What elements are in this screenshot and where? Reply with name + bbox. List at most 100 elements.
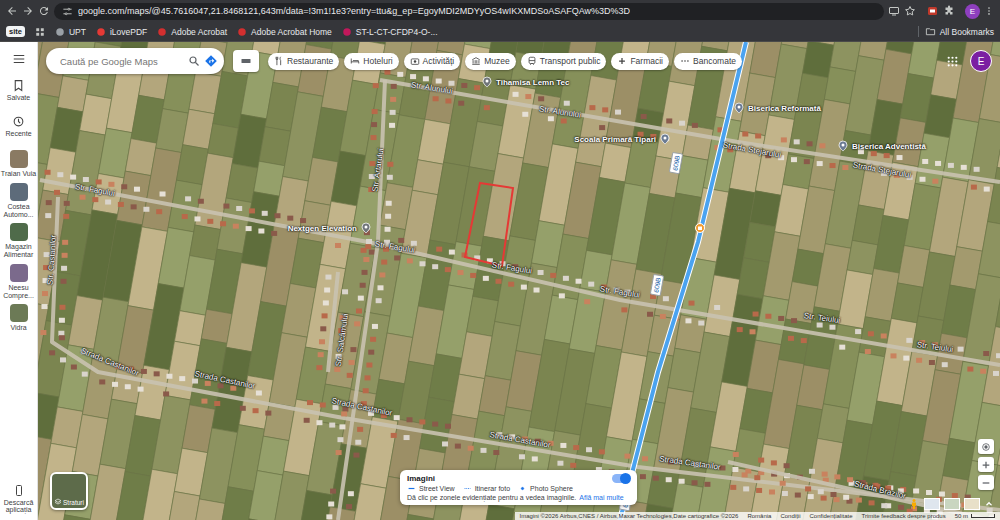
place-marker[interactable]: Nextgen Elevation <box>288 221 372 235</box>
bookmark-star-icon[interactable] <box>904 5 916 17</box>
bookmark-label: iLovePDF <box>110 27 147 37</box>
learn-more-link[interactable]: Află mai multe <box>579 494 623 501</box>
imagery-thumb[interactable] <box>964 498 980 510</box>
category-chip[interactable]: Farmacii <box>611 53 669 70</box>
sidebar-item[interactable]: Salvate <box>1 79 37 102</box>
address-bar[interactable]: google.com/maps/@45.7616047,21.8468121,6… <box>54 3 884 20</box>
install-icon[interactable] <box>888 5 900 17</box>
place-label: Tihamisa Lemn Tec <box>496 78 570 87</box>
recent-place[interactable]: Magazin Alimentar <box>1 223 37 258</box>
place-marker[interactable]: Biserica Reformată <box>733 101 821 115</box>
recent-place[interactable]: Traian Vuia <box>1 150 37 178</box>
puzzle-icon[interactable] <box>943 5 955 17</box>
place-pin-icon <box>360 221 372 235</box>
imagery-title: Imagini <box>407 474 435 483</box>
google-apps-icon[interactable] <box>946 55 959 68</box>
layers-button[interactable]: Straturi <box>50 472 88 510</box>
category-chip[interactable]: Activități <box>404 53 461 70</box>
all-bookmarks[interactable]: All Bookmarks <box>918 26 994 37</box>
recent-thumbnail <box>10 223 28 241</box>
scale-label: 50 m <box>955 513 968 519</box>
account-avatar[interactable]: E <box>970 50 992 72</box>
place-marker[interactable]: Biserica Adventistă <box>837 139 926 153</box>
favicon-icon <box>237 27 247 37</box>
shop-pin-icon[interactable] <box>694 222 706 234</box>
chip-label: Restaurante <box>287 56 333 66</box>
satellite-map[interactable]: Str. AlunuluiStr. AlunuluiStr. FaguluiSt… <box>38 42 1000 520</box>
category-chip[interactable]: Restaurante <box>268 53 339 70</box>
footer-link[interactable]: România <box>747 513 771 519</box>
legend-label: Street View <box>419 485 455 492</box>
category-chip[interactable]: Hoteluri <box>344 53 398 70</box>
search-input[interactable] <box>58 55 184 68</box>
toggle-knob <box>620 473 631 484</box>
expand-icon[interactable] <box>984 499 994 509</box>
imagery-thumb[interactable] <box>924 498 940 510</box>
restaurant-icon <box>274 56 284 66</box>
category-chip[interactable]: Bancomate <box>674 53 742 70</box>
recent-place[interactable]: Vidra <box>1 304 37 332</box>
bookmark[interactable]: ST-L-CT-CFDP4-O-... <box>342 27 438 37</box>
bookmark[interactable]: UPT <box>55 27 86 37</box>
place-pin-icon <box>837 139 849 153</box>
search-icon[interactable] <box>188 55 200 67</box>
recent-place-label: Vidra <box>10 324 26 332</box>
layers-icon <box>54 498 62 506</box>
category-chip[interactable]: Transport public <box>521 53 607 70</box>
place-pin-icon <box>481 75 493 89</box>
chip-label: Transport public <box>540 56 601 66</box>
zoom-in-button[interactable] <box>978 457 994 472</box>
footer-link[interactable]: Condiții <box>780 513 800 519</box>
map-toolbar: Restaurante Hoteluri Activități Muzee Transp… <box>46 48 992 74</box>
legend-dots-icon <box>463 485 472 492</box>
legend-item: Photo Sphere <box>518 485 573 492</box>
chip-label: Hoteluri <box>363 56 392 66</box>
collapse-panel-button[interactable] <box>233 50 259 72</box>
place-marker[interactable]: Tihamisa Lemn Tec <box>481 75 570 89</box>
apps-icon[interactable] <box>35 27 45 37</box>
panel-icon <box>240 55 252 67</box>
imagery-hint: Dă clic pe zonele evidențiate pentru a v… <box>407 494 576 501</box>
back-icon[interactable] <box>6 5 18 17</box>
reload-icon[interactable] <box>38 5 50 17</box>
menu-icon[interactable] <box>12 52 26 66</box>
directions-icon[interactable] <box>204 54 218 68</box>
zoom-out-button[interactable] <box>978 475 994 490</box>
scale-bar[interactable]: 50 m <box>955 513 995 519</box>
footer-link[interactable]: Trimite feedback despre produs <box>862 513 946 519</box>
footer-link[interactable]: Confidențialitate <box>809 513 852 519</box>
recent-place-label: Traian Vuia <box>1 170 36 178</box>
recent-place[interactable]: Costea Automo... <box>1 183 37 218</box>
chip-label: Bancomate <box>693 56 736 66</box>
bookmark[interactable]: Adobe Acrobat <box>157 27 227 37</box>
place-marker[interactable]: Scoala Primară Tipari <box>574 132 671 146</box>
recent-place[interactable]: Neesu Compre... <box>1 264 37 299</box>
extension-icon[interactable] <box>926 5 939 17</box>
favicon-icon <box>157 27 167 37</box>
legend-line-icon <box>407 485 416 492</box>
map-controls <box>978 439 994 490</box>
category-chip[interactable]: Muzee <box>465 53 516 70</box>
bookmark-label: Adobe Acrobat Home <box>251 27 332 37</box>
sidebar-item-label: Recente <box>5 130 31 138</box>
location-icon <box>981 442 991 452</box>
imagery-thumb[interactable] <box>944 498 960 510</box>
favicon-icon <box>342 27 352 37</box>
sidebar-item[interactable]: Recente <box>1 115 37 138</box>
minus-icon <box>981 478 991 488</box>
download-app[interactable]: Descarcă aplicația <box>1 484 37 514</box>
profile-avatar[interactable]: E <box>965 4 980 19</box>
menu-dots-icon[interactable] <box>984 5 994 17</box>
forward-icon[interactable] <box>22 5 34 17</box>
my-location-button[interactable] <box>978 439 994 454</box>
imagery-toggle[interactable] <box>612 474 630 483</box>
download-label: Descarcă aplicația <box>1 499 37 514</box>
atm-icon <box>680 56 690 66</box>
pegman-icon[interactable] <box>908 497 920 511</box>
bookmark[interactable]: Adobe Acrobat Home <box>237 27 332 37</box>
bookmark-label: Adobe Acrobat <box>171 27 227 37</box>
bookmark[interactable]: iLovePDF <box>96 27 147 37</box>
bookmark-label: UPT <box>69 27 86 37</box>
chip-label: Muzee <box>484 56 510 66</box>
site-badge[interactable]: site <box>6 26 25 37</box>
